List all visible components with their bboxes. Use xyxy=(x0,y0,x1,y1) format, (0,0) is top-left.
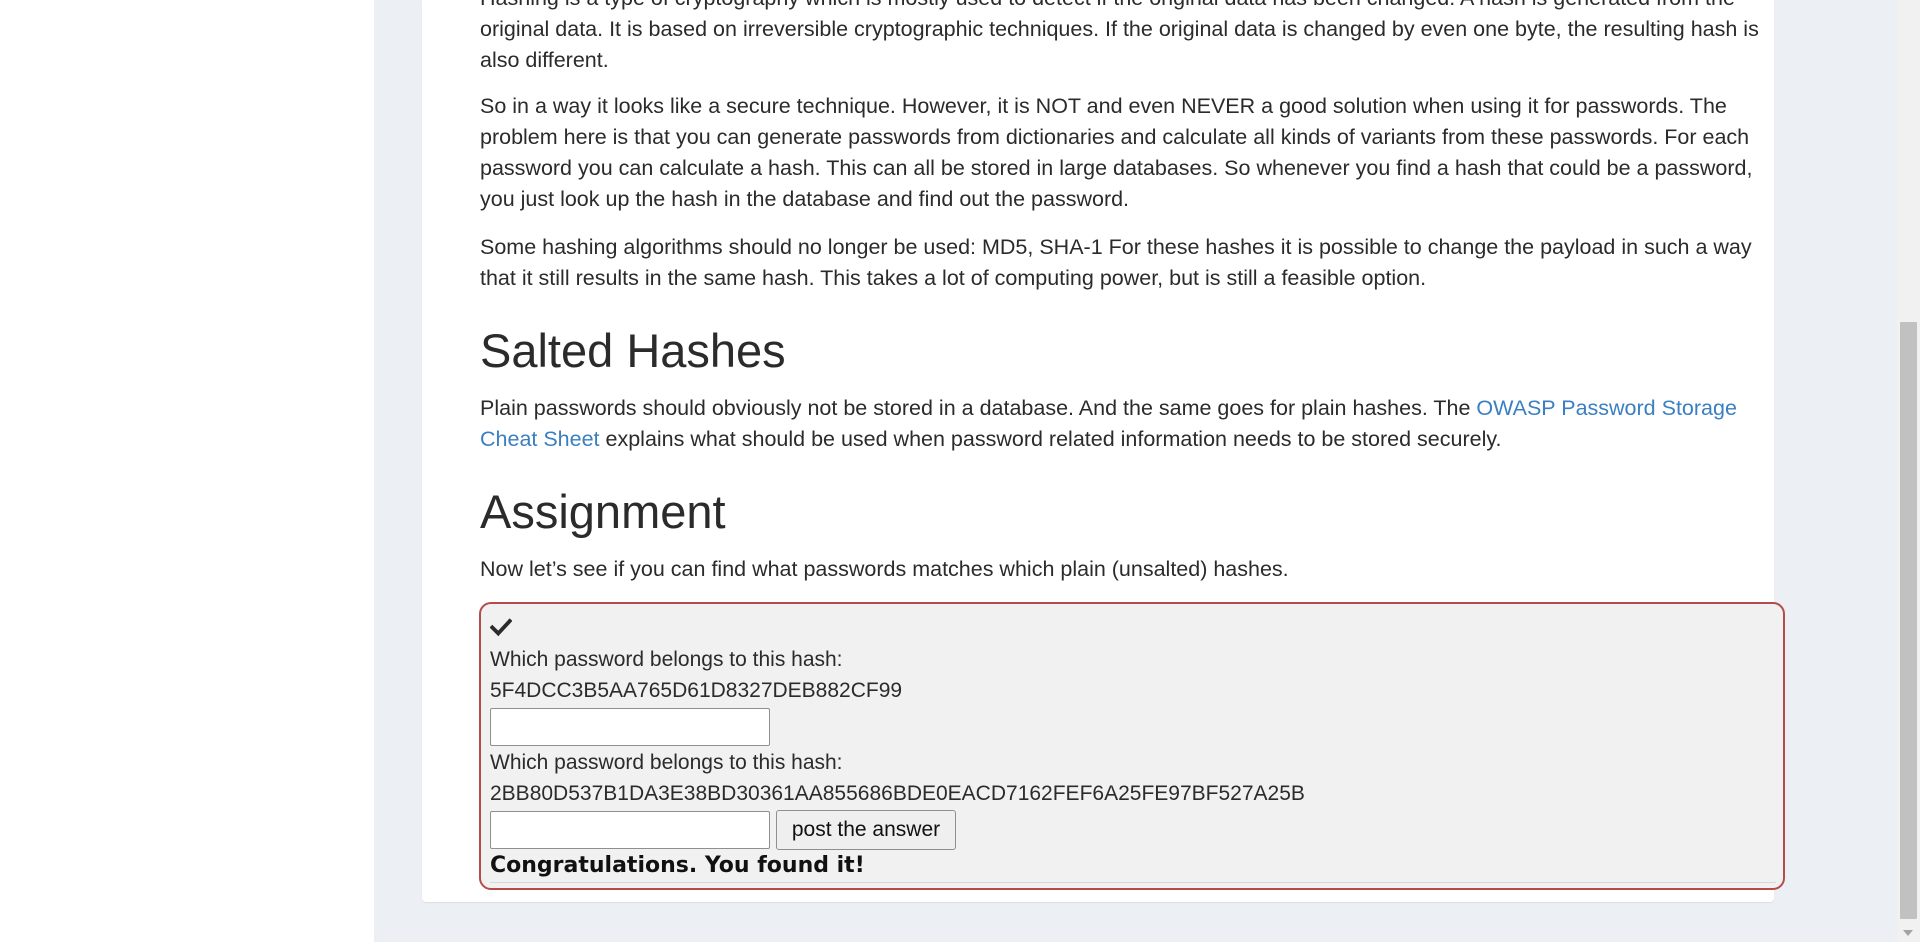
scrollbar-thumb[interactable] xyxy=(1900,322,1917,919)
paragraph-salted-hashes: Plain passwords should obviously not be … xyxy=(480,393,1780,455)
heading-assignment: Assignment xyxy=(480,485,726,538)
left-blank-pane xyxy=(0,0,374,942)
feedback-divider xyxy=(490,882,1776,883)
heading-salted-hashes: Salted Hashes xyxy=(480,324,786,377)
vertical-scrollbar[interactable] xyxy=(1897,0,1920,942)
paragraph-hashing-intro: Hashing is a type of cryptography which … xyxy=(480,0,1759,72)
question-2-label: Which password belongs to this hash: xyxy=(490,751,843,774)
attack-container: Which password belongs to this hash: 5F4… xyxy=(479,602,1785,890)
lesson-card: Hashing is a type of cryptography which … xyxy=(422,0,1785,902)
answer-2-input[interactable] xyxy=(490,811,770,849)
paragraph-deprecated-algorithms: Some hashing algorithms should no longer… xyxy=(480,235,1752,290)
main-content: Hashing is a type of cryptography which … xyxy=(374,0,1897,942)
scroll-down-arrow-icon[interactable] xyxy=(1903,930,1913,936)
paragraph-assignment: Now let’s see if you can find what passw… xyxy=(480,557,1289,581)
salted-text-before: Plain passwords should obviously not be … xyxy=(480,396,1477,420)
hash-2-value: 2BB80D537B1DA3E38BD30361AA855686BDE0EACD… xyxy=(490,782,1305,805)
question-1-label: Which password belongs to this hash: xyxy=(490,648,843,671)
check-icon xyxy=(490,618,512,637)
salted-text-after: explains what should be used when passwo… xyxy=(599,427,1502,451)
answer-1-input[interactable] xyxy=(490,708,770,746)
post-answer-button[interactable]: post the answer xyxy=(776,810,956,850)
hash-1-value: 5F4DCC3B5AA765D61D8327DEB882CF99 xyxy=(490,679,903,702)
paragraph-not-secure: So in a way it looks like a secure techn… xyxy=(480,94,1753,211)
feedback-message: Congratulations. You found it! xyxy=(490,853,865,878)
